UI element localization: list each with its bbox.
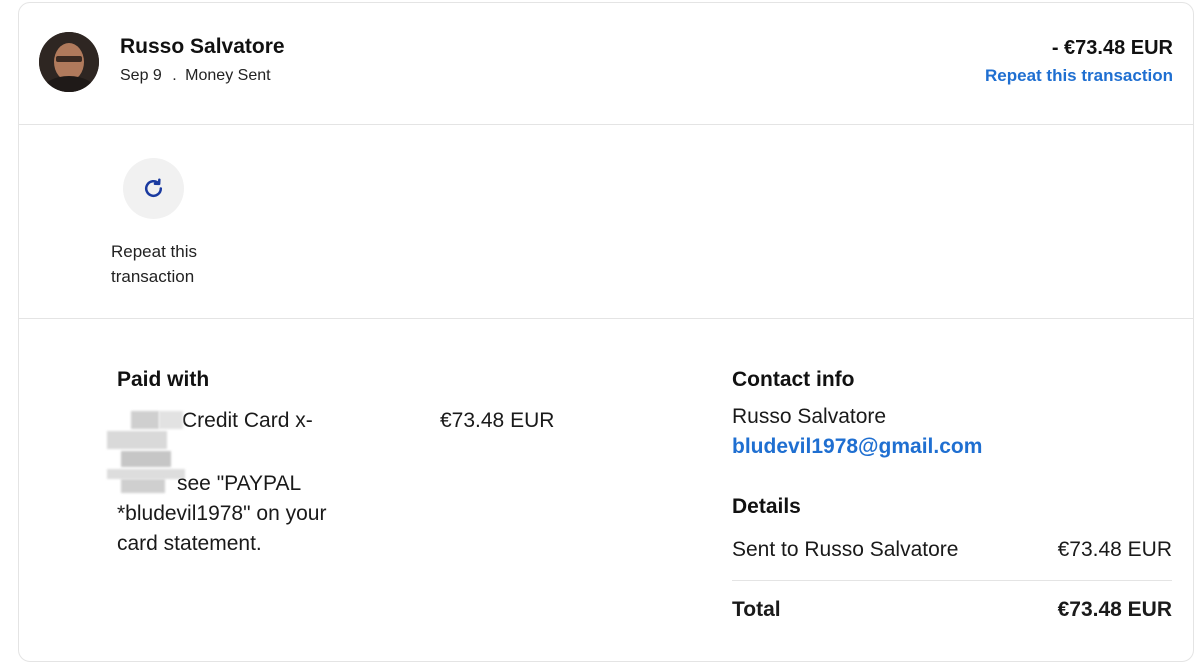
action-area: Repeat this transaction (19, 125, 1193, 319)
sent-to-amount: €73.48 EUR (1057, 538, 1172, 561)
sent-to-row: Sent to Russo Salvatore €73.48 EUR (732, 538, 1172, 566)
card-line: Credit Card x- (182, 409, 313, 432)
total-amount: €73.48 EUR (1057, 598, 1172, 621)
subline-separator: . (172, 67, 177, 84)
repeat-transaction-label: Repeat this transaction (111, 242, 197, 286)
sent-to-label: Sent to Russo Salvatore (732, 538, 959, 561)
total-label: Total (732, 598, 781, 621)
refresh-icon (144, 178, 163, 198)
card-statement-note: see "PAYPAL *bludevil1978" on your card … (117, 472, 327, 555)
repeat-transaction-link[interactable]: Repeat this transaction (985, 66, 1173, 86)
paid-amount: €73.48 EUR (440, 409, 555, 432)
transaction-type: Money Sent (185, 67, 271, 84)
paid-with-title: Paid with (117, 368, 210, 391)
transaction-date: Sep 9 (120, 67, 162, 84)
avatar-photo-icon (39, 32, 99, 92)
contact-email-link[interactable]: bludevil1978@gmail.com (732, 435, 982, 459)
transaction-amount: - €73.48 EUR (1051, 37, 1173, 59)
avatar (39, 32, 99, 92)
repeat-transaction-button[interactable] (123, 158, 184, 219)
contact-name: Russo Salvatore (732, 405, 887, 428)
counterparty-name: Russo Salvatore (120, 35, 285, 58)
transaction-card: Russo Salvatore Sep 9 . Money Sent - €73… (18, 2, 1194, 662)
contact-info-title: Contact info (732, 368, 855, 391)
transaction-subline: Sep 9 . Money Sent (120, 67, 271, 85)
transaction-header: Russo Salvatore Sep 9 . Money Sent - €73… (19, 3, 1193, 125)
details-title: Details (732, 495, 801, 518)
details-divider (732, 580, 1172, 581)
total-row: Total €73.48 EUR (732, 598, 1172, 626)
